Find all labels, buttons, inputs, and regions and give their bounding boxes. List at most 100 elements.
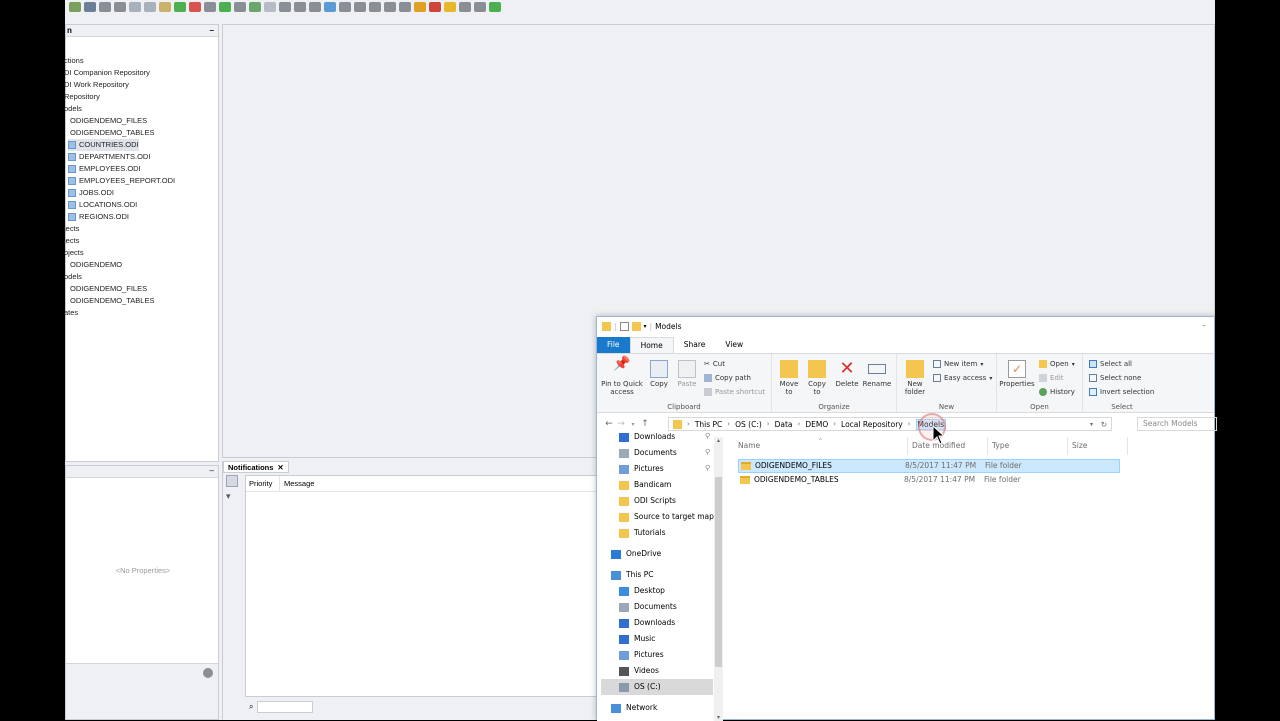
nav-item[interactable]: Downloads	[619, 429, 715, 445]
properties-icon[interactable]	[619, 322, 629, 331]
tab-file[interactable]: File	[597, 337, 630, 353]
folder-icon[interactable]	[444, 2, 456, 12]
nav-item[interactable]: Downloads	[619, 615, 715, 631]
nav-item[interactable]: Pictures	[619, 647, 715, 663]
easy-access-button[interactable]: Easy access ▾	[933, 374, 992, 382]
chevron-down-icon[interactable]: ▾	[644, 323, 647, 330]
breadcrumb-demo[interactable]: DEMO	[805, 420, 828, 429]
nav-item[interactable]: This PC	[611, 567, 715, 583]
nav-item[interactable]: Desktop	[619, 583, 715, 599]
tag-icon[interactable]	[459, 2, 471, 12]
nav-item[interactable]: Pictures	[619, 461, 715, 477]
tree-item[interactable]: ODIGENDEMO_FILES	[70, 115, 147, 127]
help-icon[interactable]	[203, 668, 213, 678]
invert-selection-button[interactable]: Invert selection	[1089, 388, 1154, 396]
new-folder-icon[interactable]	[631, 322, 641, 331]
nav-item[interactable]: Tutorials	[619, 525, 715, 541]
tab-share[interactable]: Share	[674, 337, 716, 353]
column-size[interactable]: Size	[1068, 437, 1128, 455]
add-icon[interactable]	[174, 2, 186, 12]
nav-item[interactable]: Videos	[619, 663, 715, 679]
back-button[interactable]: ←	[603, 419, 615, 429]
scroll-up-icon[interactable]: ▴	[715, 437, 722, 444]
copy-path-button[interactable]: Copy path	[704, 374, 751, 382]
edit-icon[interactable]	[159, 2, 171, 12]
breadcrumb-os-c[interactable]: OS (C:)	[735, 420, 762, 429]
pin-icon[interactable]: ⚲	[705, 464, 710, 472]
paste-shortcut-button[interactable]: Paste shortcut	[704, 388, 765, 396]
copy-button[interactable]: Copy	[647, 360, 671, 388]
nav-item[interactable]: Documents	[619, 599, 715, 615]
properties-button[interactable]: ✓ Properties	[999, 360, 1035, 388]
pin-icon[interactable]: ⚲	[705, 448, 710, 456]
export-icon[interactable]	[384, 2, 396, 12]
pin-icon[interactable]: ⚲	[705, 432, 710, 440]
copy-icon[interactable]	[369, 2, 381, 12]
forward-button[interactable]: →	[615, 419, 627, 429]
refresh-icon[interactable]	[324, 2, 336, 12]
check-icon[interactable]	[219, 2, 231, 12]
nav-item[interactable]: ODI Scripts	[619, 493, 715, 509]
tree-item[interactable]: DEPARTMENTS.ODI	[68, 151, 150, 163]
grid-icon[interactable]	[204, 2, 216, 12]
delete-button[interactable]: ✕ Delete	[834, 360, 860, 389]
tree-item[interactable]: ojects	[64, 247, 84, 259]
close-icon[interactable]: ✕	[277, 462, 283, 472]
delete-icon[interactable]	[189, 2, 201, 12]
save-icon[interactable]	[84, 2, 96, 12]
lock-icon[interactable]	[414, 2, 426, 12]
column-priority[interactable]: Priority	[246, 476, 280, 491]
search-input[interactable]: Search Models	[1137, 417, 1217, 431]
breadcrumb[interactable]: › This PC › OS (C:) › Data › DEMO › Loca…	[668, 417, 1112, 431]
table-icon[interactable]	[279, 2, 291, 12]
new-icon[interactable]	[69, 2, 81, 12]
nav-item[interactable]: OS (C:)	[601, 679, 713, 695]
open-button[interactable]: Open ▾	[1039, 360, 1075, 368]
cut-button[interactable]: ✂ Cut	[704, 360, 725, 368]
tool-icon[interactable]	[234, 2, 246, 12]
minimize-button[interactable]: –	[1202, 321, 1206, 330]
column-type[interactable]: Type	[988, 437, 1068, 455]
validate-icon[interactable]	[264, 2, 276, 12]
tree-item[interactable]: jects	[64, 223, 79, 235]
copy-to-button[interactable]: Copy to	[804, 360, 830, 396]
edit-button[interactable]: Edit	[1039, 374, 1064, 382]
undo-icon[interactable]	[129, 2, 141, 12]
nav-item[interactable]: Bandicam	[619, 477, 715, 493]
tree-item[interactable]: ODIGENDEMO	[70, 259, 122, 271]
select-all-button[interactable]: Select all	[1089, 360, 1132, 368]
tree-item[interactable]: ctions	[64, 55, 84, 67]
search-icon[interactable]	[226, 475, 238, 487]
recent-locations-button[interactable]: ▾	[627, 421, 639, 428]
column-date-modified[interactable]: Date modified	[908, 437, 988, 455]
nav-item[interactable]: Documents	[619, 445, 715, 461]
notifications-search-input[interactable]	[257, 701, 314, 713]
tree-item[interactable]: EMPLOYEES.ODI	[68, 163, 141, 175]
print-icon[interactable]	[114, 2, 126, 12]
tree-item[interactable]: EMPLOYEES_REPORT.ODI	[68, 175, 175, 187]
tree-item[interactable]: ODIGENDEMO_FILES	[70, 283, 147, 295]
tab-notifications[interactable]: Notifications ✕	[223, 461, 289, 473]
breadcrumb-data[interactable]: Data	[775, 420, 793, 429]
paste-button[interactable]: Paste	[674, 360, 700, 388]
tree-item[interactable]: odels	[64, 103, 82, 115]
tree-item[interactable]: ates	[64, 307, 78, 319]
redo-icon[interactable]	[144, 2, 156, 12]
tree-item[interactable]: ODIGENDEMO_TABLES	[70, 295, 154, 307]
chevron-down-icon[interactable]: ▾	[1090, 421, 1093, 428]
nav-item[interactable]: Network	[611, 700, 715, 716]
select-none-button[interactable]: Select none	[1089, 374, 1141, 382]
tree-item[interactable]: Repository	[64, 91, 100, 103]
import-icon[interactable]	[399, 2, 411, 12]
doc-icon[interactable]	[309, 2, 321, 12]
tab-home[interactable]: Home	[629, 337, 674, 353]
layout-icon[interactable]	[294, 2, 306, 12]
new-folder-button[interactable]: New folder	[901, 360, 929, 396]
tree-item[interactable]: odels	[64, 271, 82, 283]
tree-item[interactable]: LOCATIONS.ODI	[68, 199, 137, 211]
scrollbar-thumb[interactable]	[715, 477, 722, 667]
up-button[interactable]: ↑	[639, 419, 651, 429]
filter-icon[interactable]: ▾	[226, 491, 238, 501]
rename-button[interactable]: Rename	[862, 360, 892, 388]
nav-item[interactable]: Music	[619, 631, 715, 647]
